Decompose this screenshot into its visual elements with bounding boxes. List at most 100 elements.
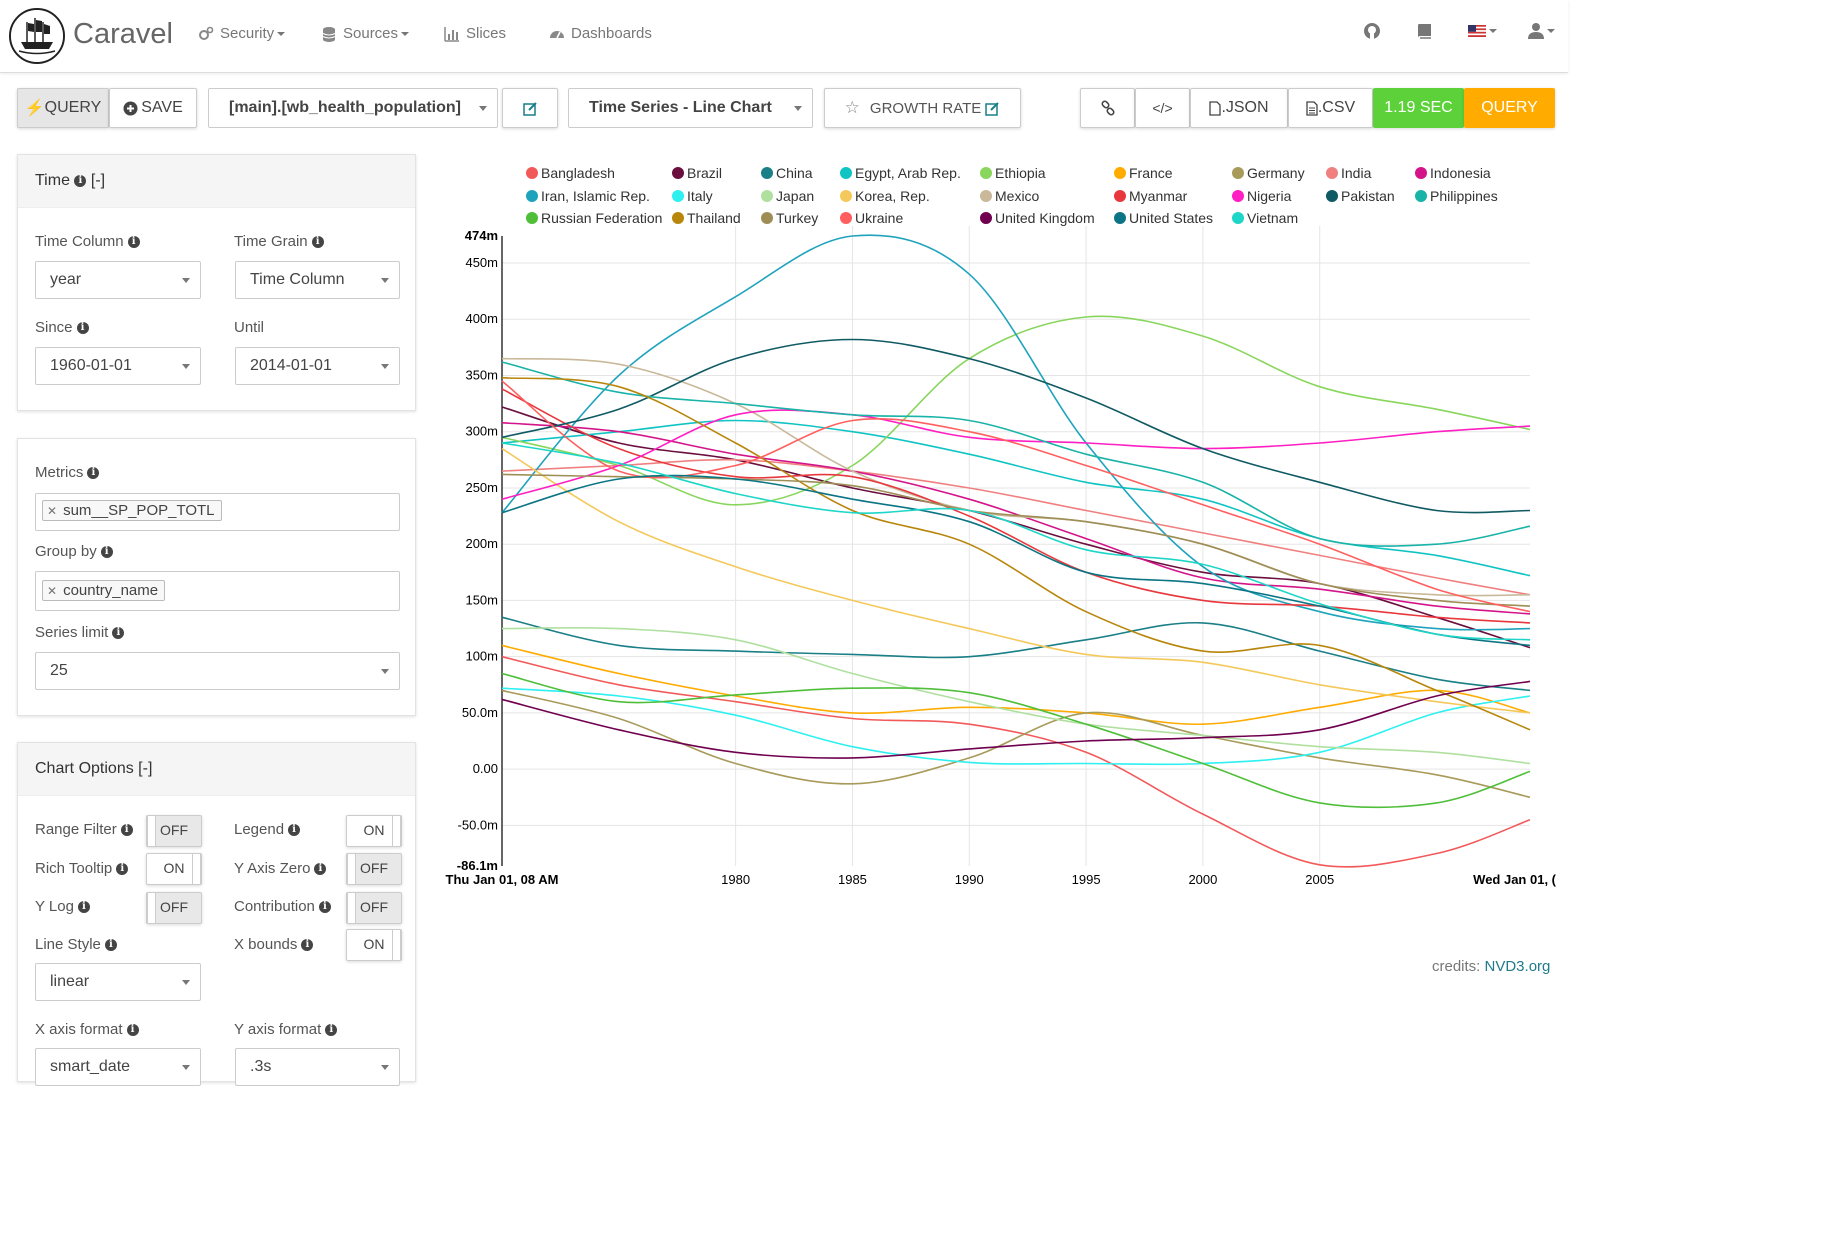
legend-item[interactable]: Pakistan: [1326, 188, 1395, 204]
edit-datasource-button[interactable]: [502, 88, 558, 128]
legend-item[interactable]: Bangladesh: [526, 165, 615, 181]
collapse-toggle[interactable]: [-]: [91, 172, 105, 190]
viz-type-select[interactable]: Time Series - Line Chart: [568, 88, 813, 128]
series-line[interactable]: [501, 616, 1531, 692]
rich-tooltip-toggle[interactable]: ON: [146, 853, 202, 885]
legend-item[interactable]: Myanmar: [1114, 188, 1188, 204]
legend-item[interactable]: India: [1326, 165, 1372, 181]
remove-tag-icon[interactable]: ✕: [47, 504, 57, 518]
line-style-label: Line Style i: [35, 936, 117, 953]
language-selector[interactable]: [1468, 22, 1497, 40]
x-bounds-label: X bounds i: [234, 936, 314, 953]
legend-item[interactable]: Mexico: [980, 188, 1040, 204]
legend-item[interactable]: Italy: [672, 188, 713, 204]
series-line[interactable]: [501, 338, 1531, 514]
series-line[interactable]: [501, 361, 1531, 547]
legend-item[interactable]: Japan: [761, 188, 814, 204]
embed-code-button[interactable]: </>: [1135, 88, 1190, 128]
metrics-input[interactable]: ✕ sum__SP_POP_TOTL: [35, 493, 400, 531]
series-line[interactable]: [501, 376, 1531, 731]
brand-name[interactable]: Caravel: [73, 18, 173, 51]
collapse-toggle[interactable]: [-]: [138, 760, 152, 778]
chevron-down-icon: [794, 106, 802, 111]
series-line[interactable]: [501, 473, 1531, 607]
series-line[interactable]: [501, 409, 1531, 500]
series-line[interactable]: [501, 421, 1531, 615]
remove-tag-icon[interactable]: ✕: [47, 584, 57, 598]
nav-security[interactable]: Security: [198, 25, 285, 42]
y-axis-format-select[interactable]: .3s: [235, 1048, 400, 1086]
range-filter-toggle[interactable]: OFF: [146, 815, 202, 847]
time-column-select[interactable]: year: [35, 261, 201, 299]
y-tick-label: 250m: [465, 480, 498, 495]
series-line[interactable]: [501, 655, 1531, 868]
time-grain-select[interactable]: Time Column: [235, 261, 400, 299]
line-chart[interactable]: Bangladesh Brazil China Egypt, Arab Rep. Eth…: [436, 156, 1564, 896]
time-column-label: Time Column i: [35, 233, 140, 250]
legend-label: Legend i: [234, 821, 301, 838]
series-line[interactable]: [501, 687, 1531, 766]
legend-item[interactable]: Ukraine: [840, 210, 903, 226]
nvd3-link[interactable]: NVD3.org: [1485, 958, 1551, 975]
time-panel-header[interactable]: Time i [-]: [18, 155, 415, 208]
legend-item[interactable]: Iran, Islamic Rep.: [526, 188, 650, 204]
legend-item[interactable]: France: [1114, 165, 1173, 181]
y-log-toggle[interactable]: OFF: [146, 892, 202, 924]
legend-item[interactable]: Thailand: [672, 210, 741, 226]
since-select[interactable]: 1960-01-01: [35, 347, 201, 385]
book-icon[interactable]: [1416, 22, 1434, 40]
json-export-button[interactable]: .JSON: [1190, 88, 1288, 128]
y-tick-label: 450m: [465, 255, 498, 270]
legend-item[interactable]: Russian Federation: [526, 210, 662, 226]
legend-label: Mexico: [995, 188, 1040, 204]
nav-dashboards[interactable]: Dashboards: [549, 25, 652, 42]
groupby-input[interactable]: ✕ country_name: [35, 571, 400, 611]
nav-sources[interactable]: Sources: [321, 25, 409, 42]
link-button[interactable]: [1080, 88, 1135, 128]
series-line[interactable]: [501, 388, 1531, 624]
legend-item[interactable]: Korea, Rep.: [840, 188, 930, 204]
legend-item[interactable]: Turkey: [761, 210, 818, 226]
save-button[interactable]: SAVE: [109, 88, 197, 128]
chart-options-header[interactable]: Chart Options [-]: [18, 743, 415, 796]
legend-item[interactable]: Egypt, Arab Rep.: [840, 165, 961, 181]
series-line[interactable]: [501, 689, 1531, 799]
datasource-select[interactable]: [main].[wb_health_population]: [208, 88, 498, 128]
legend-toggle[interactable]: ON: [346, 815, 402, 847]
slice-name-button[interactable]: ☆ GROWTH RATE: [824, 88, 1021, 128]
github-icon[interactable]: [1363, 22, 1381, 40]
star-icon[interactable]: ☆: [845, 98, 860, 118]
caravel-logo-icon[interactable]: [9, 8, 65, 64]
contribution-toggle[interactable]: OFF: [346, 892, 402, 924]
time-grain-label: Time Grain i: [234, 233, 324, 250]
legend-item[interactable]: Germany: [1232, 165, 1305, 181]
user-menu[interactable]: [1528, 22, 1555, 40]
x-bounds-toggle[interactable]: ON: [346, 929, 402, 961]
info-icon: i: [104, 938, 117, 951]
legend-item[interactable]: Vietnam: [1232, 210, 1298, 226]
legend-label: Italy: [687, 188, 713, 204]
csv-export-button[interactable]: .CSV: [1288, 88, 1373, 128]
line-style-select[interactable]: linear: [35, 963, 201, 1001]
legend-item[interactable]: United Kingdom: [980, 210, 1095, 226]
legend-item[interactable]: Brazil: [672, 165, 722, 181]
legend-item[interactable]: United States: [1114, 210, 1213, 226]
y-tick-label: 350m: [465, 367, 498, 382]
until-select[interactable]: 2014-01-01: [235, 347, 400, 385]
y-axis-zero-toggle[interactable]: OFF: [346, 853, 402, 885]
edit-icon[interactable]: [985, 101, 1000, 116]
legend-item[interactable]: China: [761, 165, 813, 181]
legend-item[interactable]: Indonesia: [1415, 165, 1491, 181]
series-limit-select[interactable]: 25: [35, 652, 400, 690]
bar-chart-icon: [444, 26, 459, 42]
legend-dot: [980, 167, 992, 179]
legend-item[interactable]: Ethiopia: [980, 165, 1046, 181]
legend-item[interactable]: Nigeria: [1232, 188, 1292, 204]
legend-item[interactable]: Philippines: [1415, 188, 1498, 204]
nav-slices-label: Slices: [466, 25, 507, 42]
run-query-button[interactable]: QUERY: [1464, 88, 1555, 128]
query-button[interactable]: ⚡ QUERY: [17, 88, 109, 128]
y-tick-label: 50.0m: [462, 705, 498, 720]
nav-slices[interactable]: Slices: [444, 25, 506, 42]
x-axis-format-select[interactable]: smart_date: [35, 1048, 201, 1086]
